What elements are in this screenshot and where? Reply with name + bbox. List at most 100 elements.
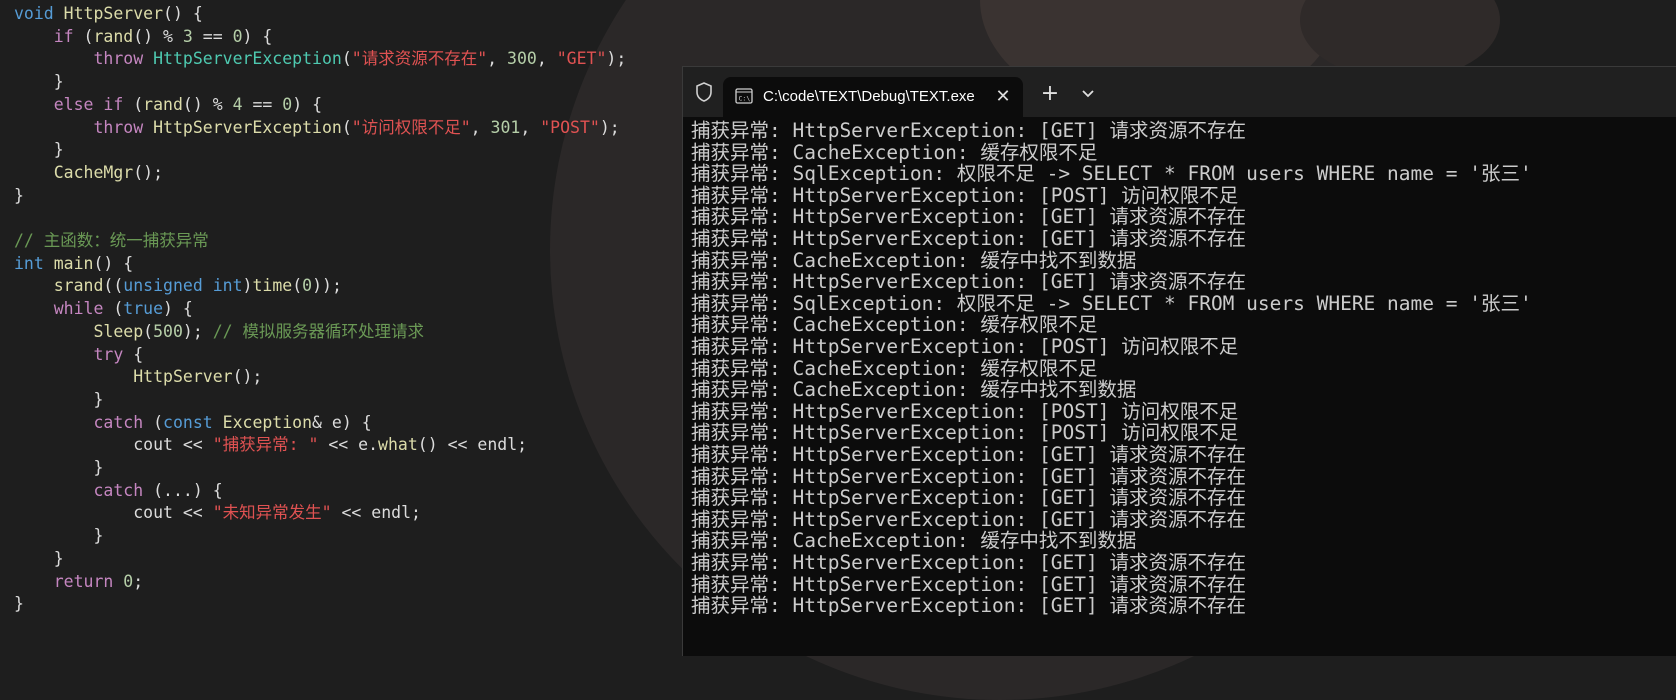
code-token: << endl; <box>331 503 421 523</box>
code-token: catch <box>93 480 144 500</box>
code-token: ( <box>341 117 352 137</box>
code-token: void <box>14 4 64 23</box>
code-token: ) { <box>242 26 273 46</box>
terminal-window[interactable]: C:\ C:\code\TEXT\Debug\TEXT.exe ✕ + 捕获异常… <box>682 66 1676 656</box>
code-editor[interactable]: void HttpServer() { if (rand() % 3 == 0)… <box>0 0 680 655</box>
terminal-output[interactable]: 捕获异常: HttpServerException: [GET] 请求资源不存在… <box>691 119 1671 654</box>
code-token: main <box>53 253 94 273</box>
terminal-output-line: 捕获异常: SqlException: 权限不足 -> SELECT * FRO… <box>691 291 1532 315</box>
code-token: rand <box>93 26 134 46</box>
code-token: CacheMgr <box>53 162 134 182</box>
plus-icon[interactable]: + <box>1035 79 1065 109</box>
close-icon[interactable]: ✕ <box>991 85 1015 109</box>
code-line: throw HttpServerException("访问权限不足", 301,… <box>14 116 619 140</box>
code-line: HttpServer(); <box>14 365 262 389</box>
code-token: int <box>14 253 54 273</box>
code-token: "GET" <box>556 49 607 69</box>
code-token: throw <box>93 49 144 69</box>
code-line: void HttpServer() { <box>14 2 203 26</box>
code-token: cout << <box>14 435 213 455</box>
terminal-output-line: 捕获异常: CacheException: 缓存中找不到数据 <box>691 248 1137 272</box>
code-token: 0 <box>282 94 293 114</box>
code-line: catch (const Exception& e) { <box>14 411 372 435</box>
code-token: time <box>252 276 293 296</box>
code-token: 0 <box>232 26 243 46</box>
code-token: == <box>192 26 233 46</box>
code-token: "访问权限不足" <box>351 117 471 137</box>
code-token: "未知异常发生" <box>212 503 332 523</box>
code-token: () % <box>133 26 183 46</box>
code-token: "POST" <box>540 117 600 137</box>
terminal-output-line: 捕获异常: HttpServerException: [GET] 请求资源不存在 <box>691 551 1246 574</box>
code-token: try <box>93 344 124 364</box>
code-token: // 模拟服务器循环处理请求 <box>212 321 425 341</box>
code-token: else if <box>53 94 124 114</box>
code-token: ( <box>123 94 144 114</box>
code-line: CacheMgr(); <box>14 161 163 185</box>
shield-icon[interactable] <box>693 81 715 103</box>
code-line: cout << "未知异常发生" << endl; <box>14 501 421 525</box>
terminal-output-line: 捕获异常: HttpServerException: [GET] 请求资源不存在 <box>691 227 1246 250</box>
code-token: while <box>53 299 104 319</box>
code-token: "请求资源不存在" <box>351 49 488 69</box>
terminal-output-line: 捕获异常: HttpServerException: [GET] 请求资源不存在 <box>691 205 1246 229</box>
code-token: ) { <box>163 299 193 319</box>
code-line: } <box>14 524 103 548</box>
terminal-output-line: 捕获异常: HttpServerException: [GET] 请求资源不存在 <box>691 119 1246 142</box>
code-token: throw <box>93 117 144 137</box>
terminal-titlebar: C:\ C:\code\TEXT\Debug\TEXT.exe ✕ + <box>683 67 1676 117</box>
code-token: , <box>536 49 557 69</box>
terminal-output-line: 捕获异常: HttpServerException: [GET] 请求资源不存在 <box>691 486 1246 510</box>
code-token: rand <box>143 94 183 114</box>
code-line: } <box>14 592 24 616</box>
chevron-down-icon[interactable] <box>1073 79 1103 109</box>
code-token: (); <box>232 367 263 387</box>
code-token: HttpServer <box>133 367 233 387</box>
code-token: 500 <box>153 321 183 341</box>
terminal-output-line: 捕获异常: HttpServerException: [GET] 请求资源不存在 <box>691 464 1246 488</box>
code-token: } <box>14 526 104 546</box>
code-token: catch <box>93 412 144 432</box>
code-token: 0 <box>123 571 134 591</box>
code-line: cout << "捕获异常: " << e.what() << endl; <box>14 433 527 457</box>
code-token: ( <box>292 276 303 296</box>
code-token: true <box>123 299 164 319</box>
code-token: & e) { <box>312 412 372 432</box>
code-token: } <box>14 458 104 477</box>
code-token: } <box>14 594 24 614</box>
code-token: HttpServerException <box>153 117 342 137</box>
code-line: } <box>14 184 24 208</box>
code-token: 0 <box>302 276 313 296</box>
code-line: } <box>14 70 64 94</box>
terminal-output-line: 捕获异常: HttpServerException: [GET] 请求资源不存在 <box>691 270 1246 294</box>
code-token: HttpServer <box>63 4 164 23</box>
code-token: ( <box>73 26 94 46</box>
code-token: ); <box>606 49 627 69</box>
code-token: ; <box>133 571 144 591</box>
code-token: 3 <box>182 26 193 46</box>
code-token: ) { <box>292 94 323 114</box>
code-token: 301 <box>490 117 521 137</box>
code-token: () % <box>182 94 233 114</box>
code-token: () << endl; <box>417 435 528 455</box>
code-token: ( <box>143 321 154 341</box>
code-line: else if (rand() % 4 == 0) { <box>14 93 322 117</box>
code-token: , <box>520 117 541 137</box>
terminal-output-line: 捕获异常: CacheException: 缓存中找不到数据 <box>691 378 1137 402</box>
code-line: } <box>14 547 64 571</box>
code-token: (( <box>103 276 124 296</box>
code-token: } <box>14 72 64 92</box>
terminal-tab[interactable]: C:\ C:\code\TEXT\Debug\TEXT.exe ✕ <box>723 77 1023 117</box>
